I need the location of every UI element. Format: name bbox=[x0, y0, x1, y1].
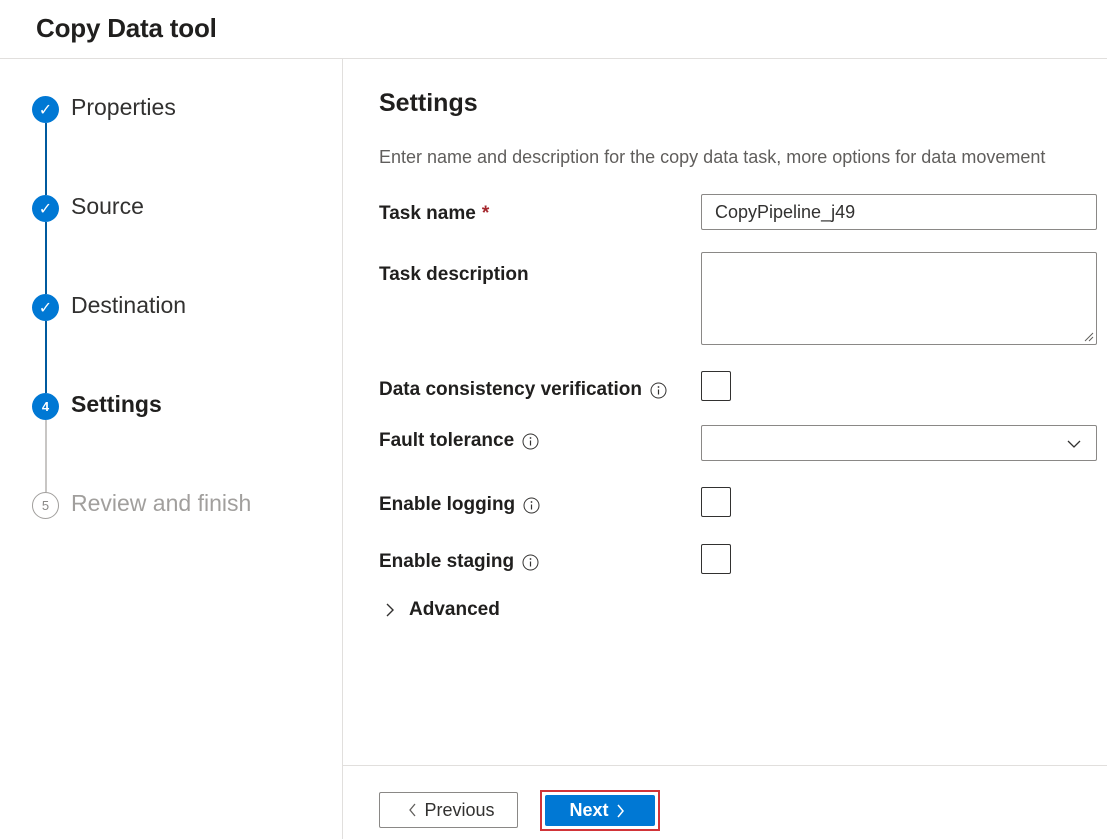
checkmark-icon: ✓ bbox=[32, 96, 59, 123]
checkmark-icon: ✓ bbox=[32, 294, 59, 321]
resize-grip-icon[interactable] bbox=[1082, 330, 1094, 342]
wizard-footer: Previous Next bbox=[343, 765, 1107, 839]
fault-tolerance-dropdown[interactable] bbox=[701, 425, 1097, 461]
advanced-label: Advanced bbox=[409, 599, 500, 620]
task-name-label: Task name * bbox=[379, 203, 489, 225]
step-number: 5 bbox=[32, 492, 59, 519]
enable-staging-label-text: Enable staging bbox=[379, 551, 515, 572]
checkmark-icon: ✓ bbox=[32, 195, 59, 222]
info-icon[interactable] bbox=[522, 554, 539, 571]
section-description: Enter name and description for the copy … bbox=[379, 147, 1046, 167]
task-name-value: CopyPipeline_j49 bbox=[715, 201, 856, 222]
task-description-label: Task description bbox=[379, 264, 529, 285]
next-button-highlight: Next bbox=[540, 790, 660, 831]
page-title: Copy Data tool bbox=[36, 13, 217, 43]
info-icon[interactable] bbox=[523, 497, 540, 514]
data-consistency-label: Data consistency verification bbox=[379, 379, 667, 401]
chevron-down-icon bbox=[1067, 440, 1081, 448]
settings-panel: Settings Enter name and description for … bbox=[343, 59, 1107, 765]
step-connector bbox=[45, 420, 47, 492]
next-button[interactable]: Next bbox=[545, 795, 655, 826]
info-icon[interactable] bbox=[650, 382, 667, 399]
previous-label: Previous bbox=[424, 799, 495, 820]
info-icon[interactable] bbox=[522, 433, 539, 450]
fault-tolerance-label-text: Fault tolerance bbox=[379, 430, 515, 451]
step-number: 4 bbox=[32, 393, 59, 420]
next-label: Next bbox=[569, 800, 609, 820]
step-label: Review and finish bbox=[71, 490, 252, 516]
step-label: Properties bbox=[71, 94, 176, 120]
data-consistency-label-text: Data consistency verification bbox=[379, 379, 642, 400]
enable-logging-checkbox[interactable] bbox=[701, 487, 731, 517]
required-marker: * bbox=[481, 203, 490, 224]
task-name-input[interactable]: CopyPipeline_j49 bbox=[701, 194, 1097, 230]
enable-staging-label: Enable staging bbox=[379, 551, 539, 573]
chevron-right-icon bbox=[386, 603, 394, 617]
step-label: Source bbox=[71, 193, 144, 219]
step-label: Settings bbox=[71, 391, 162, 417]
enable-logging-label: Enable logging bbox=[379, 494, 540, 516]
previous-button[interactable]: Previous bbox=[379, 792, 518, 828]
chevron-left-icon bbox=[409, 803, 416, 817]
data-consistency-checkbox[interactable] bbox=[701, 371, 731, 401]
step-connector bbox=[45, 222, 47, 294]
enable-staging-checkbox[interactable] bbox=[701, 544, 731, 574]
advanced-toggle[interactable]: Advanced bbox=[383, 599, 500, 621]
chevron-right-icon bbox=[616, 804, 624, 817]
enable-logging-label-text: Enable logging bbox=[379, 494, 516, 515]
step-connector bbox=[45, 321, 47, 393]
section-title: Settings bbox=[379, 89, 478, 117]
step-connector bbox=[45, 123, 47, 195]
wizard-stepper: ✓ Properties ✓ Source ✓ Destination 4 Se… bbox=[0, 59, 343, 839]
step-label: Destination bbox=[71, 292, 187, 318]
fault-tolerance-label: Fault tolerance bbox=[379, 430, 539, 452]
task-description-textarea[interactable] bbox=[701, 252, 1097, 345]
app-header: Copy Data tool bbox=[0, 0, 1107, 59]
task-name-label-text: Task name bbox=[379, 203, 476, 224]
